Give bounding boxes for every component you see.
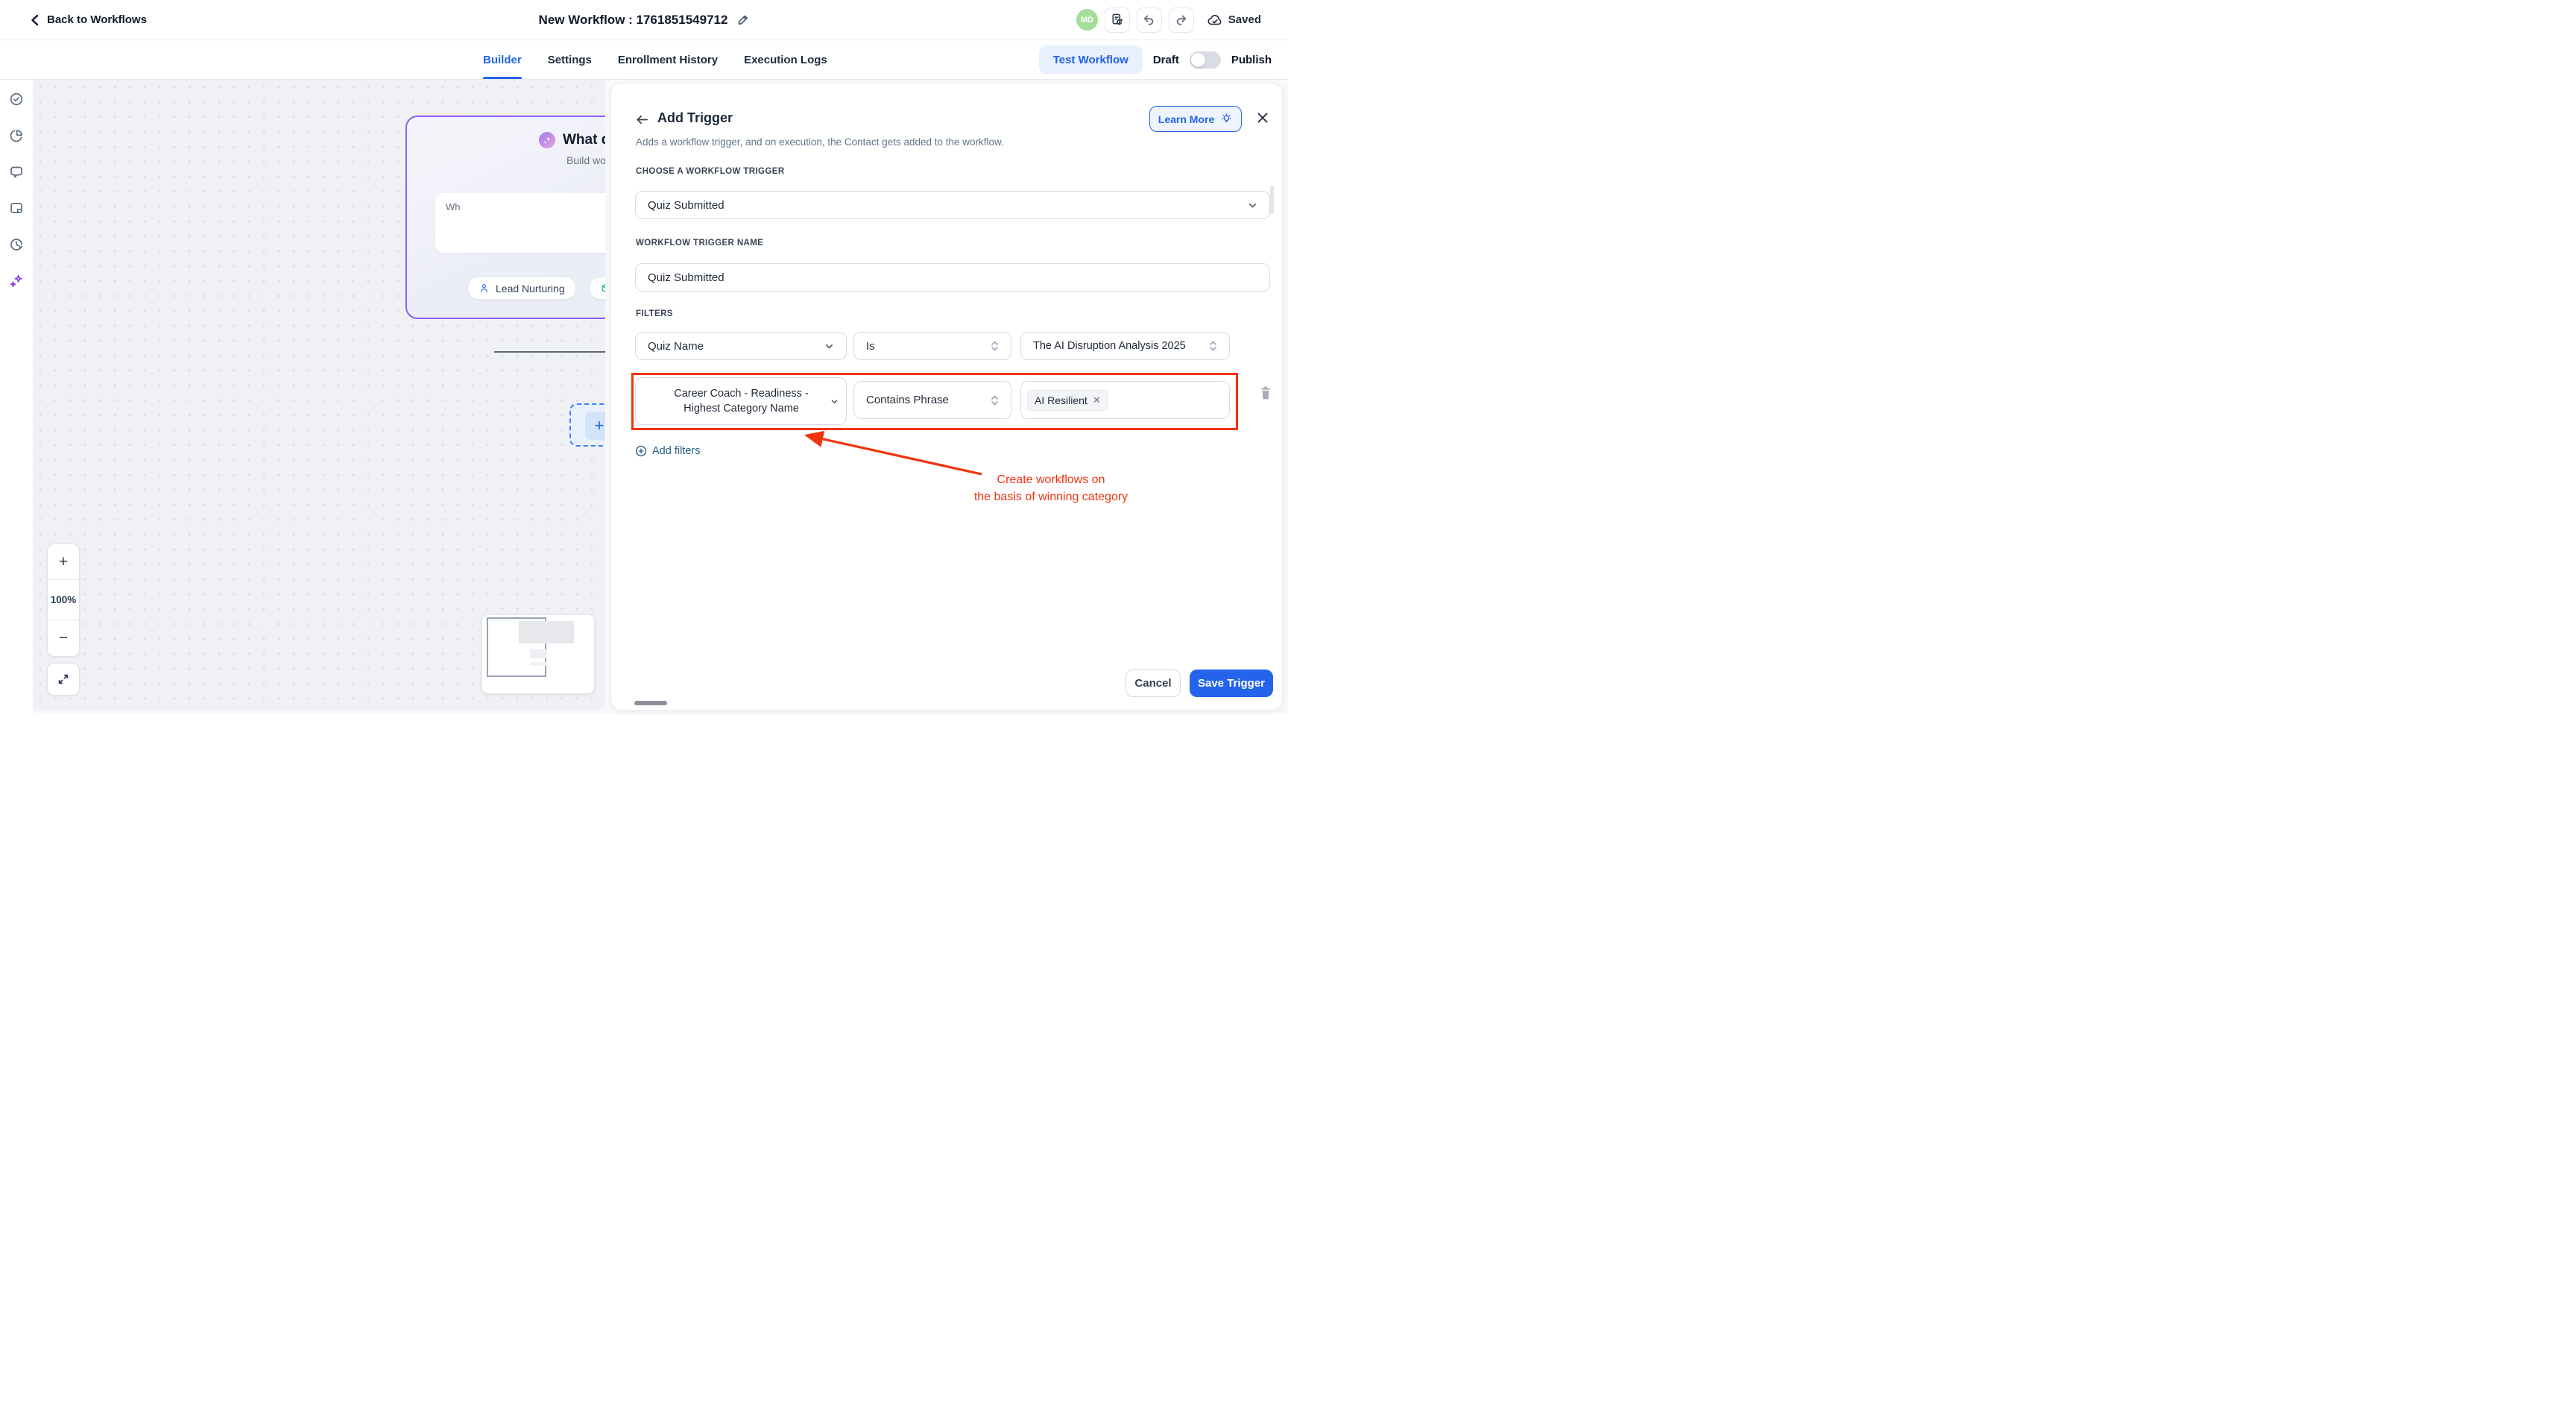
top-header: Back to Workflows New Workflow : 1761851… [0,0,1288,40]
workflow-prompt-input[interactable]: Wh [435,193,605,253]
panel-back-arrow-icon[interactable] [635,113,649,126]
up-down-arrows-icon [991,394,999,406]
minimap-node-bar [530,662,547,666]
filters-label: FILTERS [636,309,673,318]
chevron-down-icon [1248,201,1257,210]
add-step-dropzone[interactable]: + [569,403,605,447]
back-label: Back to Workflows [47,13,147,26]
avatar[interactable]: MD [1076,9,1098,31]
zoom-level: 100% [48,580,79,620]
toggle-knob [1191,53,1205,67]
minimap-node-block [519,621,574,643]
filter1-value-select[interactable]: The AI Disruption Analysis 2025 [1020,332,1230,360]
left-icon-rail [0,80,33,714]
add-step-button[interactable]: + [585,412,605,440]
filter2-value-input[interactable]: AI Resilient ✕ [1020,381,1230,419]
card-subtitle: Build wo [566,154,605,166]
zoom-out-button[interactable]: − [48,620,79,656]
horizontal-scrollbar[interactable] [634,701,667,705]
annotation-text: Create workflows on the basis of winning… [939,471,1163,505]
pie-chart-icon[interactable] [9,128,24,143]
publish-toggle[interactable] [1190,51,1221,69]
back-to-workflows-button[interactable]: Back to Workflows [30,13,147,26]
chip-label: Lead Nurturing [496,283,565,294]
ai-workflow-card[interactable]: What d Build wo Wh Lead Nurturing [405,116,605,319]
trigger-name-input[interactable]: Quiz Submitted [635,263,1270,292]
tab-bar: Builder Settings Enrollment History Exec… [0,40,1288,80]
sparkles-icon[interactable] [9,274,24,289]
filter1-operator-select[interactable]: Is [853,332,1011,360]
value-tag: AI Resilient ✕ [1027,390,1108,411]
redo-button[interactable] [1169,7,1194,33]
close-icon[interactable] [1257,112,1269,124]
minimap[interactable] [482,615,594,693]
trigger-select[interactable]: Quiz Submitted [635,191,1270,219]
panel-description: Adds a workflow trigger, and on executio… [636,136,1004,148]
learn-more-button[interactable]: Learn More [1149,106,1242,132]
save-status: Saved [1207,13,1261,28]
filter2-operator-select[interactable]: Contains Phrase [853,381,1011,419]
filter2-field-select[interactable]: Career Coach - Readiness - Highest Categ… [635,377,847,425]
add-filters-link[interactable]: Add filters [635,445,700,457]
draft-label: Draft [1153,54,1179,66]
save-trigger-button[interactable]: Save Trigger [1190,670,1273,697]
tab-execution-logs[interactable]: Execution Logs [744,40,827,79]
undo-icon [1142,13,1156,27]
workflow-versions-button[interactable] [1105,7,1130,33]
test-workflow-button[interactable]: Test Workflow [1039,45,1143,74]
panel-icon[interactable] [9,201,24,215]
zoom-controls: + 100% − [47,544,80,657]
publish-label: Publish [1231,54,1272,66]
flow-connector-line [494,351,605,353]
expand-icon [57,672,70,686]
person-icon [479,283,490,294]
chat-bubble-icon[interactable] [9,165,24,180]
check-circle-icon[interactable] [9,92,24,107]
cube-chip[interactable] [589,277,605,300]
minimap-node-small [530,649,547,658]
chevron-left-icon [30,14,40,26]
lead-nurturing-chip[interactable]: Lead Nurturing [467,277,576,300]
workflow-canvas[interactable]: What d Build wo Wh Lead Nurturing + + 10… [33,80,605,711]
tab-builder[interactable]: Builder [483,40,522,79]
undo-button[interactable] [1137,7,1162,33]
zoom-in-button[interactable]: + [48,544,79,580]
vertical-scrollbar[interactable] [1270,186,1274,214]
tab-settings[interactable]: Settings [548,40,592,79]
saved-label: Saved [1228,13,1261,26]
circle-plus-icon [635,445,647,457]
redo-icon [1174,13,1188,27]
chevron-down-icon [824,341,834,351]
panel-title: Add Trigger [657,110,733,126]
cube-icon [600,283,605,294]
lightbulb-icon [1220,113,1233,125]
cloud-check-icon [1207,13,1223,28]
plus-icon: + [595,416,604,435]
cancel-button[interactable]: Cancel [1126,670,1181,697]
ai-sparkle-icon [539,132,555,148]
page-title: New Workflow : 1761851549712 [539,13,728,28]
trigger-select-label: CHOOSE A WORKFLOW TRIGGER [636,167,785,176]
edit-pencil-icon[interactable] [736,13,749,26]
up-down-arrows-icon [991,340,999,352]
trigger-name-label: WORKFLOW TRIGGER NAME [636,239,763,248]
filter1-field-select[interactable]: Quiz Name [635,332,847,360]
fit-view-button[interactable] [47,663,80,696]
tab-enrollment-history[interactable]: Enrollment History [618,40,718,79]
history-clock-icon[interactable] [9,237,24,252]
main-content: What d Build wo Wh Lead Nurturing + + 10… [0,80,1288,714]
chevron-down-icon [830,397,839,406]
document-refresh-icon [1110,13,1124,27]
remove-tag-icon[interactable]: ✕ [1093,394,1101,406]
add-trigger-panel: Add Trigger Learn More Adds a workflow t… [610,83,1283,711]
card-title: What d [563,132,605,148]
up-down-arrows-icon [1209,340,1217,352]
delete-filter-trash-icon[interactable] [1258,385,1273,401]
